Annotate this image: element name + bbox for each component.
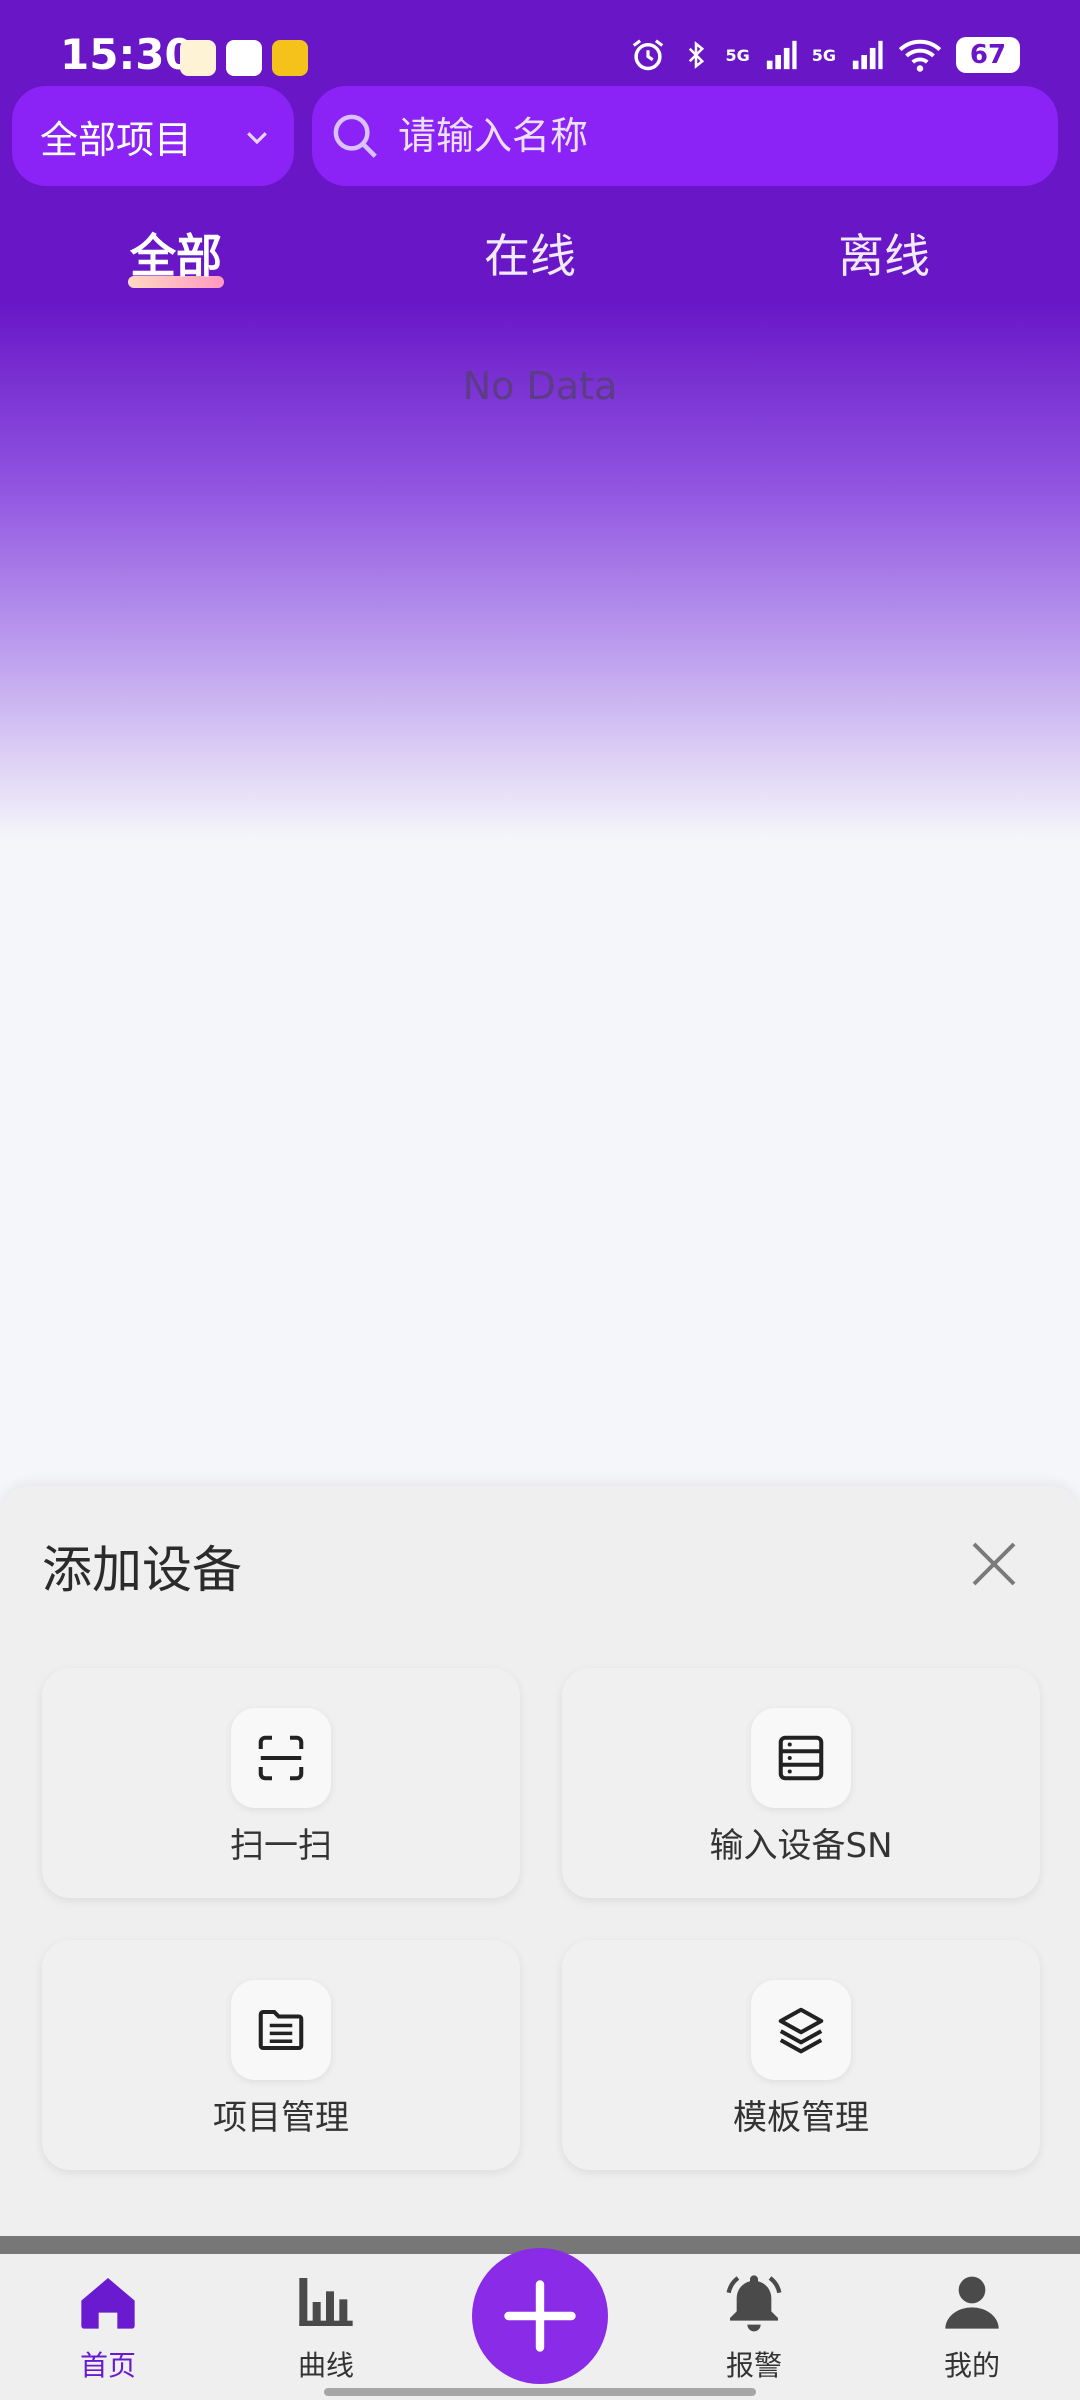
- add-device-fab[interactable]: [472, 2248, 608, 2384]
- nav-alarm-label: 报警: [725, 2349, 782, 2382]
- home-indicator: [324, 2388, 756, 2396]
- battery-indicator: 67: [956, 37, 1020, 73]
- layers-icon-box: [751, 1980, 851, 2080]
- add-device-sheet: 添加设备 扫一扫 输入设备SN 项目管理 模板管理: [0, 1486, 1080, 2236]
- close-icon[interactable]: [964, 1534, 1024, 1594]
- bluetooth-icon: [689, 41, 705, 69]
- sheet-title: 添加设备: [42, 1541, 242, 1599]
- nav-home[interactable]: 首页: [28, 2270, 188, 2384]
- server-icon: [778, 1735, 824, 1781]
- tab-offline-label: 离线: [838, 229, 930, 283]
- scan-option[interactable]: 扫一扫: [42, 1668, 520, 1898]
- file-list-icon: [258, 2009, 304, 2051]
- server-icon-box: [751, 1708, 851, 1808]
- nav-alarm[interactable]: 报警: [674, 2270, 834, 2384]
- input-sn-option-label: 输入设备SN: [709, 1826, 893, 1866]
- nav-profile-label: 我的: [943, 2349, 1000, 2382]
- scan-icon-box: [231, 1708, 331, 1808]
- notification-app-icon: [180, 40, 216, 76]
- search-input[interactable]: [396, 113, 1058, 159]
- network-type-2: 5G: [811, 45, 836, 65]
- search-row: 全部项目: [12, 86, 1058, 186]
- project-filter-dropdown[interactable]: 全部项目: [12, 86, 294, 186]
- tab-online[interactable]: 在线: [410, 220, 650, 286]
- status-indicators: 5G 5G 67: [629, 36, 1020, 74]
- chevron-down-icon: [247, 132, 267, 145]
- network-type-1: 5G: [725, 45, 750, 65]
- template-management-option[interactable]: 模板管理: [562, 1940, 1040, 2170]
- alarm-icon: [633, 39, 664, 71]
- search-box[interactable]: [312, 86, 1058, 186]
- tab-all[interactable]: 全部: [56, 220, 296, 288]
- tab-all-label: 全部: [130, 229, 222, 283]
- input-sn-option[interactable]: 输入设备SN: [562, 1668, 1040, 1898]
- user-icon: [945, 2276, 999, 2329]
- file-list-icon-box: [231, 1980, 331, 2080]
- nav-curve[interactable]: 曲线: [246, 2270, 406, 2384]
- plus-icon: [504, 2280, 576, 2352]
- bar-chart-icon: [299, 2278, 353, 2326]
- wallet-app-icon: [272, 40, 308, 76]
- nav-profile[interactable]: 我的: [892, 2270, 1052, 2384]
- template-management-option-label: 模板管理: [733, 2098, 869, 2138]
- project-filter-label: 全部项目: [40, 117, 193, 162]
- device-status-tabs: 全部 在线 离线: [0, 220, 1080, 300]
- project-management-option-label: 项目管理: [213, 2098, 349, 2138]
- status-time: 15:30: [60, 30, 194, 79]
- empty-state-text: No Data: [462, 364, 618, 408]
- project-management-option[interactable]: 项目管理: [42, 1940, 520, 2170]
- signal-icon-1: [766, 40, 797, 70]
- tab-offline[interactable]: 离线: [764, 220, 1004, 286]
- nav-home-label: 首页: [79, 2349, 136, 2382]
- scan-option-label: 扫一扫: [230, 1826, 332, 1866]
- layers-icon: [778, 2007, 824, 2054]
- tab-online-label: 在线: [484, 229, 576, 283]
- bell-icon: [726, 2275, 782, 2332]
- alipay-app-icon: [226, 40, 262, 76]
- nav-curve-label: 曲线: [297, 2349, 354, 2382]
- wifi-icon: [898, 39, 942, 72]
- signal-icon-2: [852, 40, 883, 70]
- home-icon: [81, 2278, 135, 2329]
- scan-icon: [258, 1735, 304, 1781]
- search-icon: [333, 114, 377, 158]
